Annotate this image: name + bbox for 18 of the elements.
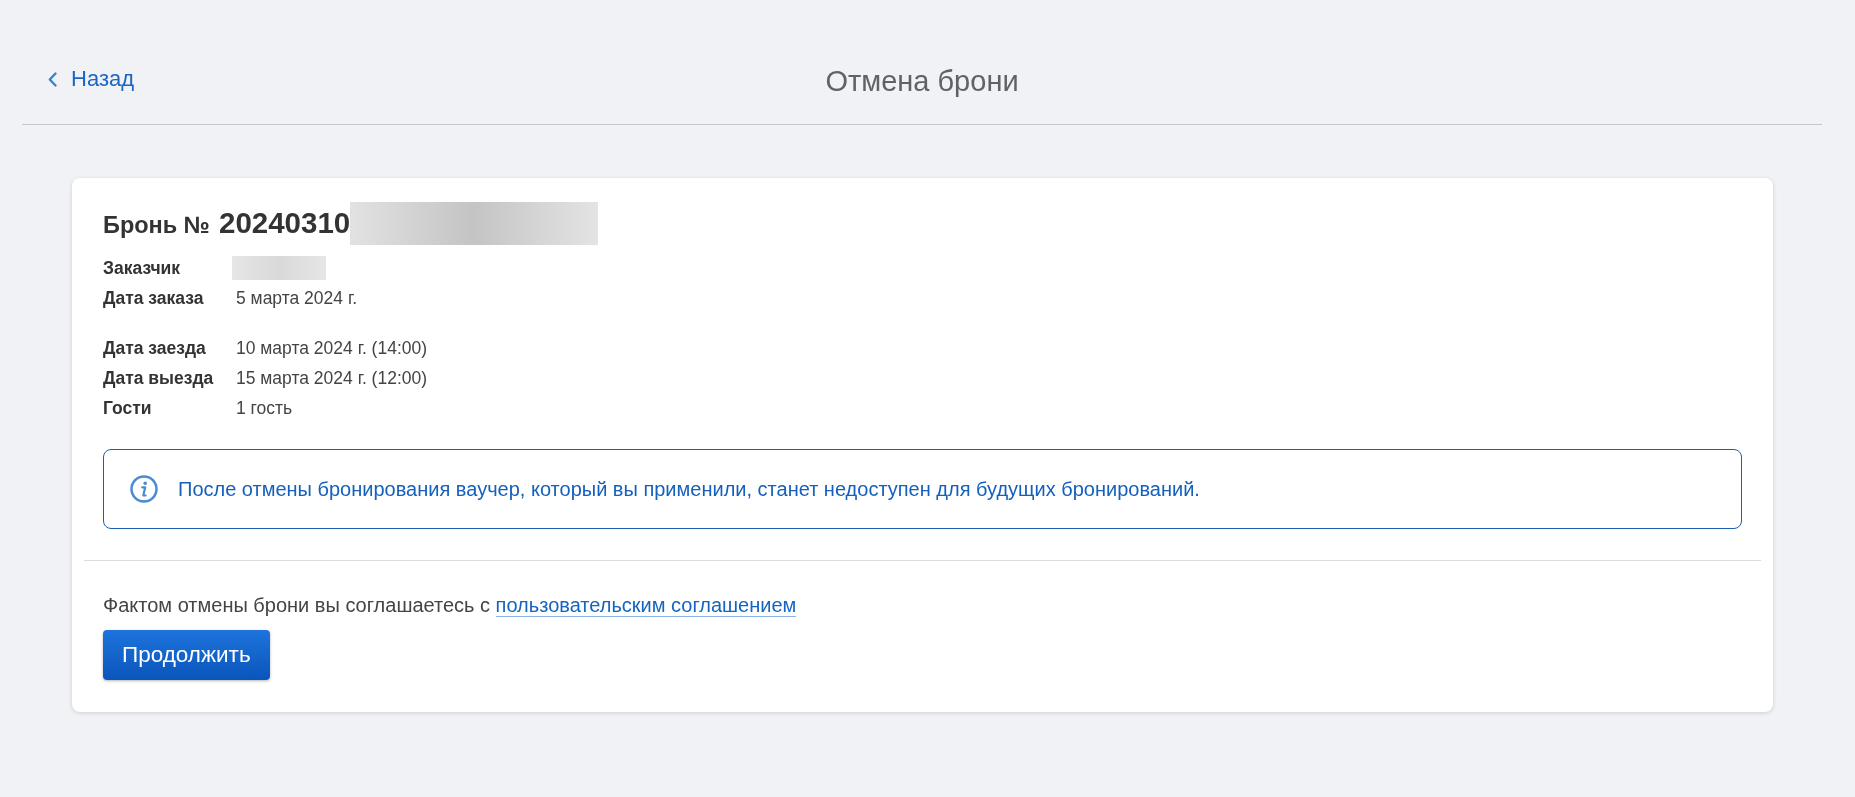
detail-label: Дата заказа	[103, 286, 205, 310]
detail-label: Дата заезда	[103, 336, 207, 360]
booking-heading: Бронь № 20240310	[103, 205, 351, 241]
chevron-left-icon	[48, 71, 57, 87]
detail-value: 15 марта 2024 г. (12:00)	[236, 366, 428, 390]
agreement-text: Фактом отмены брони вы соглашаетесь с пользовательским соглашением	[103, 593, 798, 617]
detail-label: Заказчик	[103, 256, 182, 280]
detail-label: Дата выезда	[103, 366, 215, 390]
detail-value: 1 гость	[236, 396, 293, 420]
detail-value: 10 марта 2024 г. (14:00)	[236, 336, 428, 360]
notice-text: После отмены бронирования ваучер, который вы применили, станет недоступен для будущих бронирований.	[178, 477, 1200, 502]
user-agreement-link[interactable]: пользовательским соглашением	[495, 594, 797, 617]
detail-label: Гости	[103, 396, 153, 420]
info-icon	[130, 475, 158, 503]
page-title: Отмена брони	[825, 64, 1019, 98]
back-link[interactable]: Назад	[48, 64, 135, 94]
detail-value: 5 марта 2024 г.	[236, 286, 358, 310]
continue-button[interactable]: Продолжить	[103, 630, 270, 680]
